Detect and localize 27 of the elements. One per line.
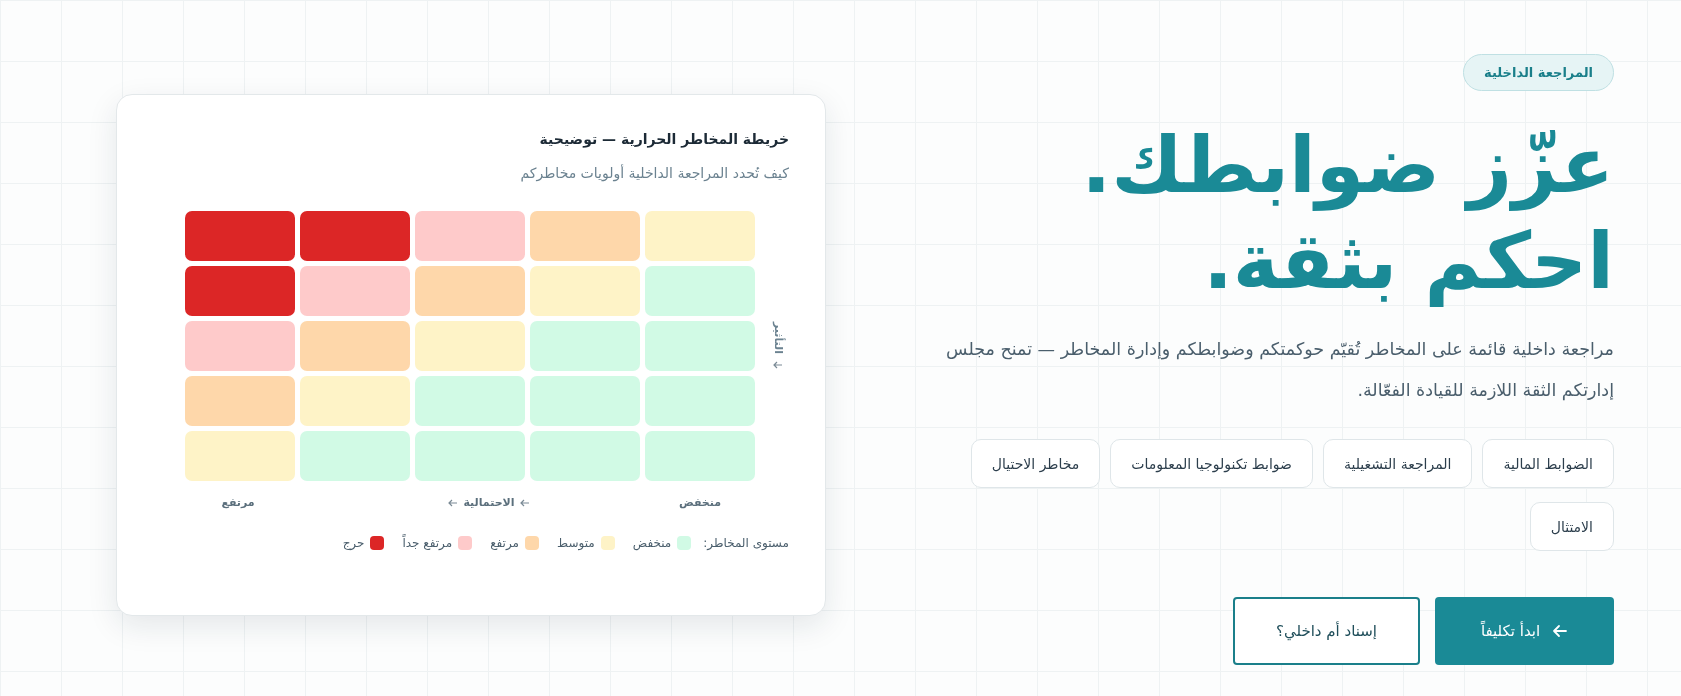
description: مراجعة داخلية قائمة على المخاطر تُقيّم حوكمتكم وضوابطكم وإدارة المخاطر — تمنح مجلس إدارتكم الثقة اللازمة للقيادة الفعّالة. xyxy=(945,338,1614,403)
legend-label: مرتفع xyxy=(490,536,519,550)
arrow-icon xyxy=(448,497,459,508)
axis-label: التأثير xyxy=(771,322,785,354)
outsourcing-button[interactable]: إسناد أم داخلي؟ xyxy=(1233,597,1420,665)
axis-label: منخفض xyxy=(677,496,723,509)
legend-label: مرتفع جداً xyxy=(402,536,453,550)
legend-label: متوسط xyxy=(557,536,595,550)
axis-label: الاحتمالية xyxy=(463,496,515,509)
headline: احكم بثقة. xyxy=(1203,215,1614,309)
service-tag[interactable]: المراجعة التشغيلية xyxy=(1322,439,1473,488)
card-subtitle: كيف تُحدد المراجعة الداخلية أولويات مخاطركم xyxy=(519,165,789,181)
legend-title: مستوى المخاطر: xyxy=(703,536,789,550)
service-tag[interactable]: مخاطر الاحتيال xyxy=(970,439,1101,488)
legend-label: حرج xyxy=(342,536,365,550)
arrow-icon xyxy=(1552,623,1569,639)
section-badge: المراجعة الداخلية xyxy=(1463,54,1614,91)
arrow-icon xyxy=(773,360,783,370)
axis-label: مرتفع xyxy=(220,496,256,509)
legend-label: منخفض xyxy=(632,536,672,550)
service-tag[interactable]: ضوابط تكنولوجيا المعلومات xyxy=(1110,439,1313,488)
start-engagement-button[interactable]: ابدأ تكليفاً xyxy=(1435,597,1614,665)
service-tag[interactable]: الضوابط المالية xyxy=(1482,439,1614,488)
arrow-icon xyxy=(519,497,530,508)
card-title: خريطة المخاطر الحرارية — توضيحية xyxy=(538,131,789,147)
headline: عزّز ضوابطك. xyxy=(1081,119,1614,213)
service-tag[interactable]: الامتثال xyxy=(1529,502,1614,551)
